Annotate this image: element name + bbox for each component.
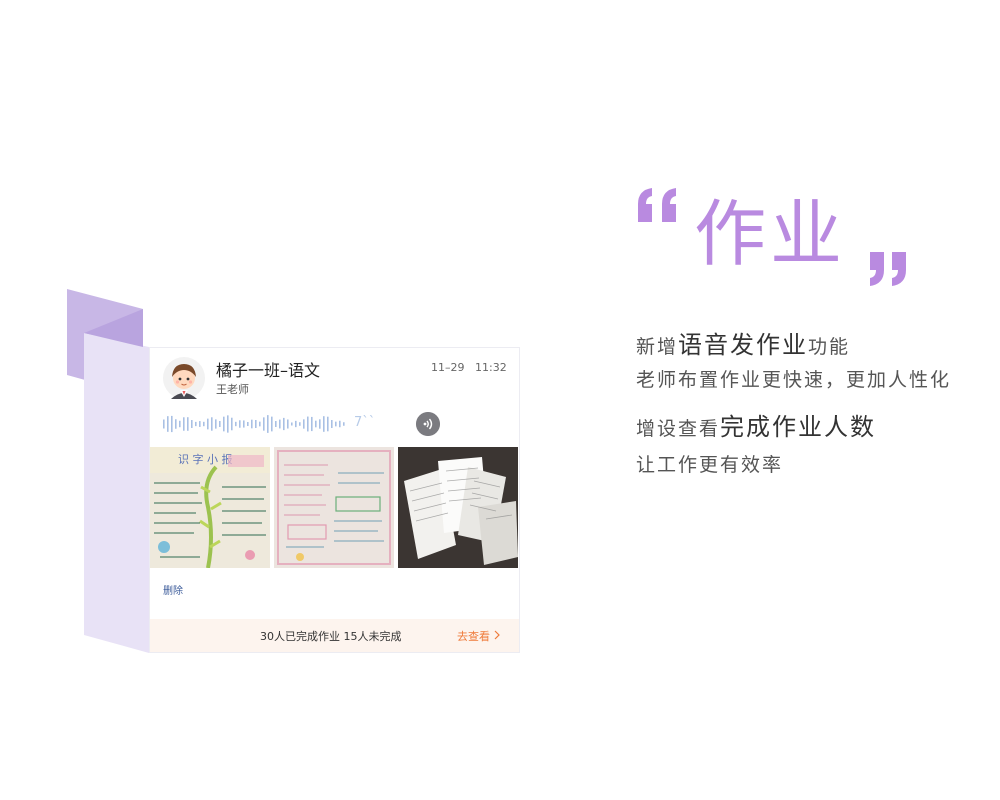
completion-bar: 30人已完成作业 15人未完成 去查看 <box>150 619 519 652</box>
teacher-name: 王老师 <box>216 383 249 396</box>
voice-waveform[interactable] <box>163 412 353 436</box>
post-time: 11:32 <box>475 361 507 374</box>
voice-duration: 7`` <box>354 415 376 430</box>
homework-photo-2[interactable] <box>274 447 394 568</box>
view-completion-button[interactable]: 去查看 <box>457 628 500 644</box>
feature-line-efficiency: 让工作更有效率 <box>636 454 784 476</box>
homework-card[interactable]: 橘子一班–语文 王老师 11–29 11:32 7`` 识 字 小 报 删除 3… <box>149 347 520 653</box>
homework-photo-1[interactable]: 识 字 小 报 <box>150 447 270 568</box>
feature-line-speed: 老师布置作业更快速，更加人性化 <box>636 369 952 391</box>
post-date: 11–29 <box>431 361 465 374</box>
feature-line-completion: 增设查看完成作业人数 <box>636 413 877 441</box>
homework-photo-3[interactable] <box>398 447 518 568</box>
open-quote-icon <box>638 188 676 222</box>
voice-play-icon[interactable] <box>416 412 440 436</box>
close-quote-icon <box>870 252 906 286</box>
feature-line-voice: 新增语音发作业功能 <box>636 331 851 359</box>
svg-text:识 字 小 报: 识 字 小 报 <box>178 452 233 466</box>
chevron-right-icon <box>494 630 500 640</box>
completion-status: 30人已完成作业 15人未完成 <box>260 630 402 643</box>
class-name: 橘子一班–语文 <box>216 361 321 380</box>
view-completion-label: 去查看 <box>457 630 490 643</box>
promo-title: 作业 <box>694 192 847 276</box>
delete-button[interactable]: 删除 <box>163 582 183 597</box>
teacher-avatar <box>163 357 205 399</box>
